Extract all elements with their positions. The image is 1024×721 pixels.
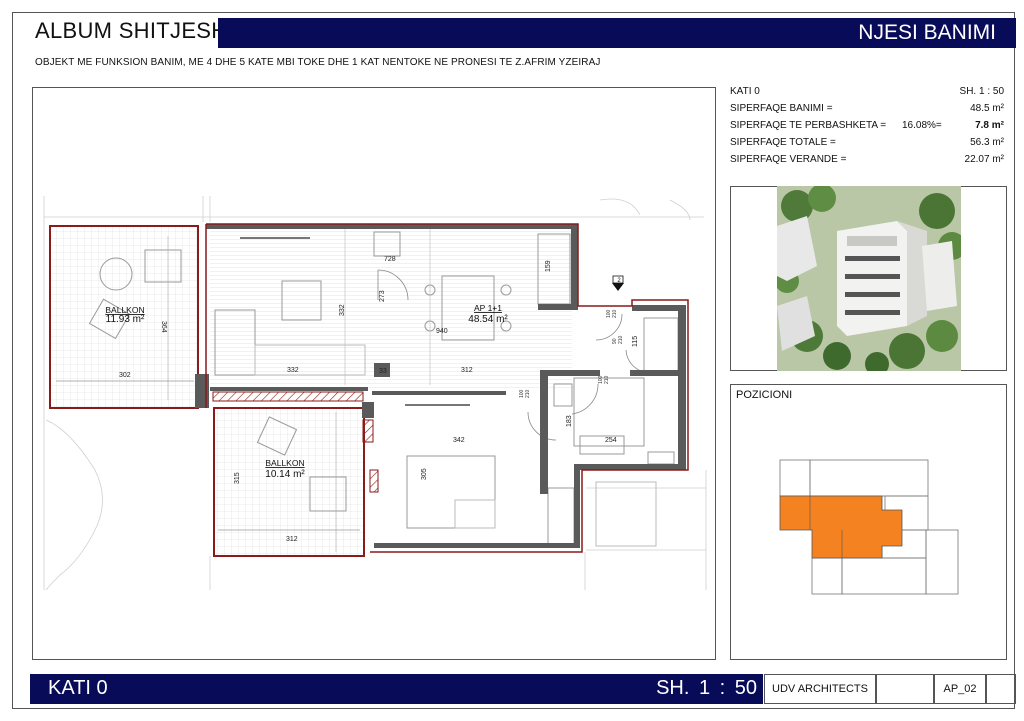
dim-label: 254 — [605, 437, 617, 444]
apartment-name: AP 1+1 — [474, 303, 502, 313]
dim-label: 273 — [379, 290, 386, 302]
parapet-hatch-3 — [369, 469, 379, 493]
dim-label: 312 — [461, 367, 473, 374]
dim-label: 159 — [545, 260, 552, 272]
position-key-plan — [779, 459, 959, 595]
info-value: 22.07 m² — [964, 154, 1004, 165]
info-label: SIPERFAQE VERANDE = — [730, 154, 847, 165]
dim-label: 342 — [453, 437, 465, 444]
footer-firm: UDV ARCHITECTS — [764, 674, 876, 704]
info-row: SIPERFAQE TE PERBASHKETA = 16.08%= 7.8 m… — [730, 120, 1006, 137]
footer-bar: KATI 0 SH. 1 : 50 — [30, 674, 763, 704]
parapet-hatch — [212, 391, 364, 402]
info-scale: SH. 1 : 50 — [959, 86, 1004, 97]
dim-label: 940 — [436, 328, 448, 335]
footer-blank-cell — [986, 674, 1016, 704]
dim-label: 302 — [119, 372, 131, 379]
area-info-table: KATI 0 SH. 1 : 50 SIPERFAQE BANIMI = 48.… — [730, 86, 1006, 171]
entry-marker-icon — [612, 283, 624, 291]
dim-label: 183 — [566, 415, 573, 427]
door-label: 210 — [525, 389, 531, 398]
unit-position-highlight — [779, 495, 903, 559]
balcony-2-area: 10.14 m² — [265, 469, 305, 480]
balcony-2-name: BALLKON — [265, 458, 304, 468]
info-floor: KATI 0 — [730, 86, 760, 97]
balcony-1-area: 11.93 m² — [106, 314, 145, 325]
door-label: 210 — [618, 335, 624, 344]
dim-label: 332 — [339, 304, 346, 316]
dim-label: 332 — [287, 367, 299, 374]
dim-label: 315 — [234, 472, 241, 484]
door-label: 210 — [612, 309, 618, 318]
info-value: 56.3 m² — [970, 137, 1004, 148]
footer-floor: KATI 0 — [48, 677, 108, 699]
living-room — [210, 228, 572, 388]
info-header-row: KATI 0 SH. 1 : 50 — [730, 86, 1006, 103]
info-row: SIPERFAQE TOTALE = 56.3 m² — [730, 137, 1006, 154]
info-value: 7.8 m² — [975, 120, 1004, 131]
info-row: SIPERFAQE VERANDE = 22.07 m² — [730, 154, 1006, 171]
apartment-area: 48.54 m² — [468, 314, 508, 325]
dim-label: 305 — [421, 468, 428, 480]
footer-sheet-code: AP_02 — [934, 674, 986, 704]
info-row: SIPERFAQE BANIMI = 48.5 m² — [730, 103, 1006, 120]
dim-label: 33 — [379, 368, 387, 375]
info-label: SIPERFAQE TE PERBASHKETA = — [730, 120, 887, 131]
info-label: SIPERFAQE BANIMI = — [730, 103, 833, 114]
parapet-hatch-2 — [362, 419, 374, 443]
dim-label: 728 — [384, 256, 396, 263]
door-label: 210 — [604, 375, 610, 384]
info-percent: 16.08%= — [902, 120, 942, 131]
dim-label: 364 — [160, 321, 167, 333]
footer-blank-cell — [876, 674, 934, 704]
building-render-image — [777, 186, 961, 371]
info-value: 48.5 m² — [970, 103, 1004, 114]
dim-label: 312 — [286, 536, 298, 543]
dim-label: 115 — [632, 336, 639, 347]
info-label: SIPERFAQE TOTALE = — [730, 137, 836, 148]
footer-scale: SH. 1 : 50 — [656, 677, 757, 699]
bathroom — [553, 317, 679, 547]
